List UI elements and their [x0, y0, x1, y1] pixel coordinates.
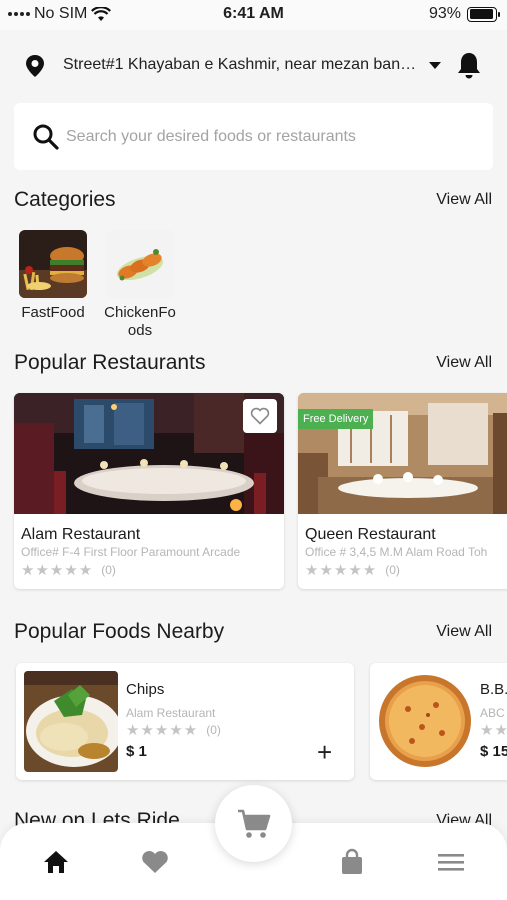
- bell-icon[interactable]: [456, 51, 482, 79]
- food-price: $ 15: [480, 743, 507, 760]
- restaurant-card[interactable]: Alam Restaurant Office# F-4 First Floor …: [14, 393, 284, 589]
- location-pin-icon: [26, 55, 44, 77]
- restaurant-name: Alam Restaurant: [21, 526, 141, 543]
- battery-icon: [467, 6, 500, 22]
- rating-stars-icon: ★★★★★: [480, 722, 507, 739]
- rating-stars-icon: ★★★★★: [21, 562, 94, 579]
- rating-count: (0): [101, 563, 116, 577]
- battery-percent: 93%: [428, 5, 461, 22]
- favorite-button[interactable]: [243, 399, 277, 433]
- food-card[interactable]: Chips Alam Restaurant ★★★★★ (0) $ 1 +: [16, 663, 354, 780]
- nav-home[interactable]: [39, 847, 73, 877]
- food-image: [24, 671, 118, 772]
- popular-foods-title: Popular Foods Nearby: [14, 620, 225, 643]
- rating-stars-icon: ★★★★★: [126, 722, 199, 739]
- category-label: ChickenFoods: [104, 304, 176, 339]
- popular-restaurants-title: Popular Restaurants: [14, 351, 206, 374]
- fastfood-image: [19, 230, 87, 298]
- categories-view-all-button[interactable]: View All: [436, 191, 492, 209]
- status-bar: No SIM 6:41 AM 93%: [0, 0, 507, 30]
- location-bar[interactable]: Street#1 Khayaban e Kashmir, near mezan …: [0, 40, 507, 90]
- food-card[interactable]: B.B. ABC ★★★★★ $ 15: [370, 663, 507, 780]
- food-rating: ★★★★★: [480, 721, 507, 739]
- rating-count: (0): [206, 723, 221, 737]
- restaurant-rating: ★★★★★ (0): [21, 561, 116, 579]
- popular-restaurants-view-all-button[interactable]: View All: [436, 354, 492, 372]
- category-fastfood[interactable]: FastFood: [13, 230, 93, 322]
- battery-status: 93%: [428, 5, 500, 23]
- restaurant-rating: ★★★★★ (0): [305, 561, 400, 579]
- rating-stars-icon: ★★★★★: [305, 562, 378, 579]
- restaurant-card[interactable]: Free Delivery Queen Restaurant Office # …: [298, 393, 507, 589]
- cart-button[interactable]: [215, 785, 292, 862]
- restaurant-address: Office # 3,4,5 M.M Alam Road Toh: [305, 545, 488, 559]
- cart-icon: [237, 809, 270, 838]
- rating-count: (0): [385, 563, 400, 577]
- search-input[interactable]: [66, 117, 476, 157]
- food-price: $ 1: [126, 743, 147, 760]
- add-to-cart-button[interactable]: +: [317, 739, 332, 765]
- food-rating: ★★★★★ (0): [126, 721, 221, 739]
- heart-icon: [250, 407, 270, 425]
- popular-foods-view-all-button[interactable]: View All: [436, 623, 492, 641]
- food-name: B.B.: [480, 681, 507, 698]
- chevron-down-icon[interactable]: [429, 62, 441, 69]
- nav-orders[interactable]: [335, 847, 369, 877]
- categories-title: Categories: [14, 188, 116, 211]
- restaurant-address: Office# F-4 First Floor Paramount Arcade: [21, 545, 241, 559]
- food-restaurant: Alam Restaurant: [126, 706, 216, 720]
- food-restaurant: ABC: [480, 706, 505, 720]
- nav-favorites[interactable]: [138, 847, 172, 877]
- free-delivery-badge: Free Delivery: [298, 409, 374, 429]
- food-name: Chips: [126, 681, 165, 698]
- search-icon: [33, 124, 59, 150]
- search-bar[interactable]: [14, 103, 493, 170]
- location-address[interactable]: Street#1 Khayaban e Kashmir, near mezan …: [63, 56, 418, 74]
- menu-icon: [438, 854, 464, 871]
- category-label: FastFood: [21, 304, 85, 321]
- category-chickenfoods[interactable]: ChickenFoods: [100, 230, 180, 340]
- chickenfoods-image: [106, 230, 174, 298]
- food-image: [378, 671, 472, 772]
- heart-icon: [142, 850, 168, 873]
- restaurant-name: Queen Restaurant: [305, 526, 436, 543]
- shopping-bag-icon: [342, 848, 362, 874]
- home-icon: [44, 851, 68, 873]
- nav-menu[interactable]: [434, 847, 468, 877]
